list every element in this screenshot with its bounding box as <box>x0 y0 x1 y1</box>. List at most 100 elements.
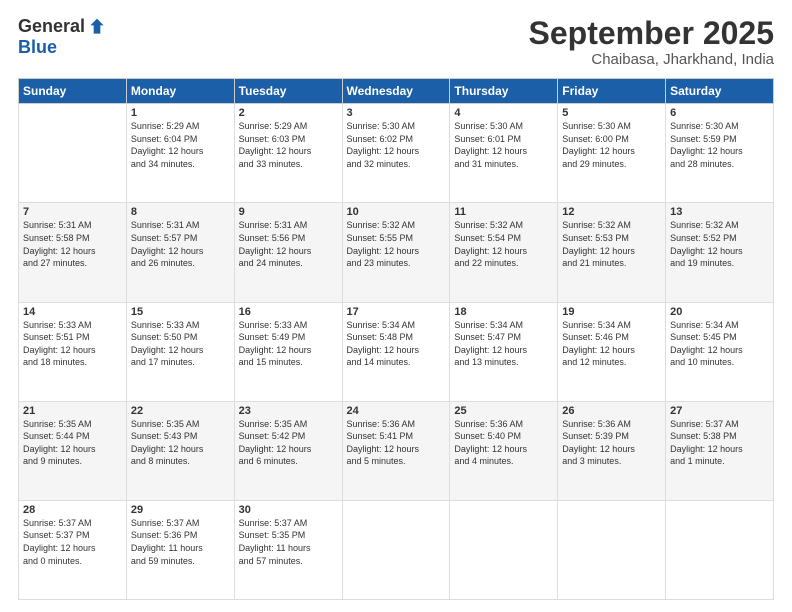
logo: General Blue <box>18 16 107 58</box>
day-number: 25 <box>454 405 553 417</box>
day-info: Sunrise: 5:30 AM Sunset: 6:00 PM Dayligh… <box>562 120 661 170</box>
day-number: 11 <box>454 206 553 218</box>
table-row: 6Sunrise: 5:30 AM Sunset: 5:59 PM Daylig… <box>666 104 774 203</box>
day-number: 20 <box>670 306 769 318</box>
table-row: 21Sunrise: 5:35 AM Sunset: 5:44 PM Dayli… <box>19 401 127 500</box>
day-number: 22 <box>131 405 230 417</box>
day-info: Sunrise: 5:35 AM Sunset: 5:44 PM Dayligh… <box>23 418 122 468</box>
day-number: 12 <box>562 206 661 218</box>
day-number: 14 <box>23 306 122 318</box>
day-info: Sunrise: 5:33 AM Sunset: 5:51 PM Dayligh… <box>23 319 122 369</box>
table-row: 19Sunrise: 5:34 AM Sunset: 5:46 PM Dayli… <box>558 302 666 401</box>
day-info: Sunrise: 5:36 AM Sunset: 5:41 PM Dayligh… <box>347 418 446 468</box>
day-info: Sunrise: 5:33 AM Sunset: 5:50 PM Dayligh… <box>131 319 230 369</box>
day-info: Sunrise: 5:37 AM Sunset: 5:37 PM Dayligh… <box>23 517 122 567</box>
day-number: 8 <box>131 206 230 218</box>
calendar-week-4: 21Sunrise: 5:35 AM Sunset: 5:44 PM Dayli… <box>19 401 774 500</box>
table-row: 1Sunrise: 5:29 AM Sunset: 6:04 PM Daylig… <box>126 104 234 203</box>
calendar-week-1: 1Sunrise: 5:29 AM Sunset: 6:04 PM Daylig… <box>19 104 774 203</box>
day-number: 18 <box>454 306 553 318</box>
day-number: 2 <box>239 107 338 119</box>
day-info: Sunrise: 5:36 AM Sunset: 5:39 PM Dayligh… <box>562 418 661 468</box>
day-info: Sunrise: 5:31 AM Sunset: 5:56 PM Dayligh… <box>239 219 338 269</box>
day-info: Sunrise: 5:37 AM Sunset: 5:38 PM Dayligh… <box>670 418 769 468</box>
table-row: 11Sunrise: 5:32 AM Sunset: 5:54 PM Dayli… <box>450 203 558 302</box>
day-number: 9 <box>239 206 338 218</box>
location-subtitle: Chaibasa, Jharkhand, India <box>529 51 774 68</box>
table-row: 13Sunrise: 5:32 AM Sunset: 5:52 PM Dayli… <box>666 203 774 302</box>
table-row: 7Sunrise: 5:31 AM Sunset: 5:58 PM Daylig… <box>19 203 127 302</box>
table-row <box>666 500 774 599</box>
day-number: 28 <box>23 504 122 516</box>
day-info: Sunrise: 5:32 AM Sunset: 5:55 PM Dayligh… <box>347 219 446 269</box>
table-row: 29Sunrise: 5:37 AM Sunset: 5:36 PM Dayli… <box>126 500 234 599</box>
calendar-header-row: Sunday Monday Tuesday Wednesday Thursday… <box>19 79 774 104</box>
table-row: 3Sunrise: 5:30 AM Sunset: 6:02 PM Daylig… <box>342 104 450 203</box>
table-row: 28Sunrise: 5:37 AM Sunset: 5:37 PM Dayli… <box>19 500 127 599</box>
day-info: Sunrise: 5:34 AM Sunset: 5:46 PM Dayligh… <box>562 319 661 369</box>
table-row: 10Sunrise: 5:32 AM Sunset: 5:55 PM Dayli… <box>342 203 450 302</box>
day-info: Sunrise: 5:33 AM Sunset: 5:49 PM Dayligh… <box>239 319 338 369</box>
calendar-week-5: 28Sunrise: 5:37 AM Sunset: 5:37 PM Dayli… <box>19 500 774 599</box>
day-number: 6 <box>670 107 769 119</box>
header-monday: Monday <box>126 79 234 104</box>
logo-icon <box>87 17 107 37</box>
day-number: 26 <box>562 405 661 417</box>
day-info: Sunrise: 5:32 AM Sunset: 5:53 PM Dayligh… <box>562 219 661 269</box>
table-row: 15Sunrise: 5:33 AM Sunset: 5:50 PM Dayli… <box>126 302 234 401</box>
day-number: 3 <box>347 107 446 119</box>
day-info: Sunrise: 5:34 AM Sunset: 5:48 PM Dayligh… <box>347 319 446 369</box>
header: General Blue September 2025 Chaibasa, Jh… <box>18 16 774 68</box>
day-number: 23 <box>239 405 338 417</box>
table-row <box>342 500 450 599</box>
table-row: 22Sunrise: 5:35 AM Sunset: 5:43 PM Dayli… <box>126 401 234 500</box>
header-thursday: Thursday <box>450 79 558 104</box>
header-friday: Friday <box>558 79 666 104</box>
day-number: 5 <box>562 107 661 119</box>
table-row: 5Sunrise: 5:30 AM Sunset: 6:00 PM Daylig… <box>558 104 666 203</box>
table-row: 2Sunrise: 5:29 AM Sunset: 6:03 PM Daylig… <box>234 104 342 203</box>
table-row: 20Sunrise: 5:34 AM Sunset: 5:45 PM Dayli… <box>666 302 774 401</box>
day-number: 30 <box>239 504 338 516</box>
day-info: Sunrise: 5:30 AM Sunset: 6:01 PM Dayligh… <box>454 120 553 170</box>
day-number: 15 <box>131 306 230 318</box>
day-info: Sunrise: 5:31 AM Sunset: 5:57 PM Dayligh… <box>131 219 230 269</box>
table-row: 24Sunrise: 5:36 AM Sunset: 5:41 PM Dayli… <box>342 401 450 500</box>
day-info: Sunrise: 5:30 AM Sunset: 6:02 PM Dayligh… <box>347 120 446 170</box>
table-row: 4Sunrise: 5:30 AM Sunset: 6:01 PM Daylig… <box>450 104 558 203</box>
table-row: 23Sunrise: 5:35 AM Sunset: 5:42 PM Dayli… <box>234 401 342 500</box>
day-number: 29 <box>131 504 230 516</box>
day-number: 21 <box>23 405 122 417</box>
day-number: 16 <box>239 306 338 318</box>
month-title: September 2025 <box>529 16 774 51</box>
calendar-table: Sunday Monday Tuesday Wednesday Thursday… <box>18 78 774 600</box>
page: General Blue September 2025 Chaibasa, Jh… <box>0 0 792 612</box>
day-info: Sunrise: 5:35 AM Sunset: 5:43 PM Dayligh… <box>131 418 230 468</box>
table-row: 9Sunrise: 5:31 AM Sunset: 5:56 PM Daylig… <box>234 203 342 302</box>
day-info: Sunrise: 5:32 AM Sunset: 5:54 PM Dayligh… <box>454 219 553 269</box>
calendar-week-3: 14Sunrise: 5:33 AM Sunset: 5:51 PM Dayli… <box>19 302 774 401</box>
table-row: 12Sunrise: 5:32 AM Sunset: 5:53 PM Dayli… <box>558 203 666 302</box>
day-number: 7 <box>23 206 122 218</box>
header-wednesday: Wednesday <box>342 79 450 104</box>
table-row: 27Sunrise: 5:37 AM Sunset: 5:38 PM Dayli… <box>666 401 774 500</box>
table-row: 14Sunrise: 5:33 AM Sunset: 5:51 PM Dayli… <box>19 302 127 401</box>
day-info: Sunrise: 5:37 AM Sunset: 5:35 PM Dayligh… <box>239 517 338 567</box>
title-block: September 2025 Chaibasa, Jharkhand, Indi… <box>529 16 774 68</box>
table-row: 8Sunrise: 5:31 AM Sunset: 5:57 PM Daylig… <box>126 203 234 302</box>
day-number: 13 <box>670 206 769 218</box>
table-row: 30Sunrise: 5:37 AM Sunset: 5:35 PM Dayli… <box>234 500 342 599</box>
day-info: Sunrise: 5:32 AM Sunset: 5:52 PM Dayligh… <box>670 219 769 269</box>
table-row: 18Sunrise: 5:34 AM Sunset: 5:47 PM Dayli… <box>450 302 558 401</box>
header-tuesday: Tuesday <box>234 79 342 104</box>
day-number: 10 <box>347 206 446 218</box>
day-info: Sunrise: 5:34 AM Sunset: 5:45 PM Dayligh… <box>670 319 769 369</box>
day-number: 4 <box>454 107 553 119</box>
header-saturday: Saturday <box>666 79 774 104</box>
day-info: Sunrise: 5:29 AM Sunset: 6:04 PM Dayligh… <box>131 120 230 170</box>
day-number: 17 <box>347 306 446 318</box>
table-row <box>19 104 127 203</box>
day-number: 19 <box>562 306 661 318</box>
table-row: 26Sunrise: 5:36 AM Sunset: 5:39 PM Dayli… <box>558 401 666 500</box>
day-info: Sunrise: 5:31 AM Sunset: 5:58 PM Dayligh… <box>23 219 122 269</box>
